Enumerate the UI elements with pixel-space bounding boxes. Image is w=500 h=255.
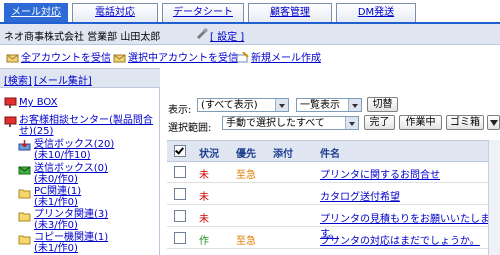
tab-mail[interactable]: メール対応	[4, 3, 68, 22]
chevron-down-icon	[345, 117, 358, 129]
chevron-down-icon	[275, 99, 288, 111]
row-priority: 至急	[236, 170, 256, 181]
receive-all-button[interactable]: 全アカウントを受信	[6, 49, 111, 64]
mailbox-tree: My BOX お客様相談センター(製品問合 せ)(25) 受信ボックス(20) (未…	[0, 88, 160, 255]
tree-item-pc[interactable]: PC関連(1) (未1/作0)	[34, 186, 81, 208]
tree-item-printer[interactable]: プリンタ関連(3) (未3/作0)	[34, 209, 108, 231]
display-select[interactable]: (すべて表示)	[197, 98, 289, 112]
table-row[interactable]: 未 至急 プリンタに関するお問合せ	[167, 161, 500, 183]
mailbox-icon	[4, 116, 17, 127]
folder-icon	[18, 212, 31, 222]
row-checkbox[interactable]	[174, 210, 186, 222]
new-mail-icon	[236, 52, 249, 63]
user-name: ネオ商事株式会社 営業部 山田太郎	[4, 32, 161, 43]
column-priority[interactable]: 優先	[236, 145, 256, 160]
row-priority: 至急	[236, 236, 256, 247]
row-status: 未	[199, 214, 209, 225]
outbox-icon	[18, 166, 31, 175]
tree-item-inbox[interactable]: 受信ボックス(20) (未10/作10)	[34, 139, 114, 161]
new-mail-button[interactable]: 新規メール作成	[236, 49, 321, 64]
wrench-icon	[197, 28, 208, 39]
row-status: 未	[199, 192, 209, 203]
range-select[interactable]: 手動で選択したすべて	[222, 116, 359, 130]
settings-link[interactable]: [ 設定 ]	[210, 28, 244, 43]
mailbox-icon	[4, 97, 17, 108]
row-subject-link[interactable]: カタログ送付希望	[320, 188, 400, 203]
mail-stats-link[interactable]: [メール集計]	[34, 72, 92, 87]
tab-phone[interactable]: 電話対応	[72, 3, 158, 22]
tree-item-copier[interactable]: コピー機関連(1) (未1/作0)	[34, 232, 108, 254]
tree-item-outbox[interactable]: 送信ボックス(0) (未0/作0)	[34, 163, 108, 185]
row-subject-link[interactable]: プリンタに関するお問合せ	[320, 166, 440, 181]
mail-toolbar: 全アカウントを受信 選択中アカウントを受信 新規メール作成	[0, 45, 500, 67]
main-tab-bar: メール対応 電話対応 データシート 顧客管理 DM発送	[0, 0, 500, 24]
column-subject[interactable]: 件名	[320, 145, 340, 160]
chevron-down-icon	[348, 99, 361, 111]
inbox-icon	[18, 140, 31, 151]
list-mode-select[interactable]: 一覧表示	[296, 98, 362, 112]
receive-icon	[6, 54, 19, 63]
mail-table-header: 状況 優先 添付 件名	[167, 140, 500, 162]
tab-dm[interactable]: DM発送	[336, 3, 416, 22]
row-status: 未	[199, 170, 209, 181]
receive-icon	[113, 54, 126, 63]
switch-button[interactable]: 切替	[367, 97, 398, 112]
table-scrollbar[interactable]	[488, 140, 500, 255]
left-pane-header: [検索] [メール集計]	[0, 68, 160, 88]
column-attach[interactable]: 添付	[273, 145, 293, 160]
row-status: 作	[199, 236, 209, 247]
row-checkbox[interactable]	[174, 166, 186, 178]
more-button[interactable]	[487, 115, 500, 130]
user-info-bar: ネオ商事株式会社 営業部 山田太郎 [ 設定 ]	[0, 24, 500, 45]
tree-item-mybox[interactable]: My BOX	[19, 97, 58, 108]
display-label: 表示:	[168, 105, 192, 116]
folder-icon	[18, 235, 31, 245]
tree-item-customer-center[interactable]: お客様相談センター(製品問合 せ)(25)	[19, 115, 157, 137]
done-button[interactable]: 完了	[364, 115, 395, 130]
row-checkbox[interactable]	[174, 188, 186, 200]
column-status[interactable]: 状況	[199, 145, 219, 160]
row-subject-link[interactable]: プリンタの対応はまだでしょうか。	[320, 232, 480, 247]
trash-button[interactable]: ゴミ箱	[446, 115, 484, 130]
chevron-down-icon	[489, 120, 498, 126]
table-row[interactable]: 未 プリンタの見積もりをお願いいたします。	[167, 205, 500, 240]
folder-icon	[18, 189, 31, 199]
tab-customers[interactable]: 顧客管理	[248, 3, 332, 22]
tab-datasheet[interactable]: データシート	[162, 3, 244, 22]
working-button[interactable]: 作業中	[399, 115, 442, 130]
range-label: 選択範囲:	[168, 123, 212, 134]
receive-selected-button[interactable]: 選択中アカウントを受信	[113, 49, 238, 64]
select-all-checkbox[interactable]	[174, 145, 186, 157]
table-row[interactable]: 未 カタログ送付希望	[167, 183, 500, 205]
table-row[interactable]: 作 至急 プリンタの対応はまだでしょうか。	[167, 227, 500, 249]
row-checkbox[interactable]	[174, 232, 186, 244]
search-link[interactable]: [検索]	[4, 72, 32, 87]
